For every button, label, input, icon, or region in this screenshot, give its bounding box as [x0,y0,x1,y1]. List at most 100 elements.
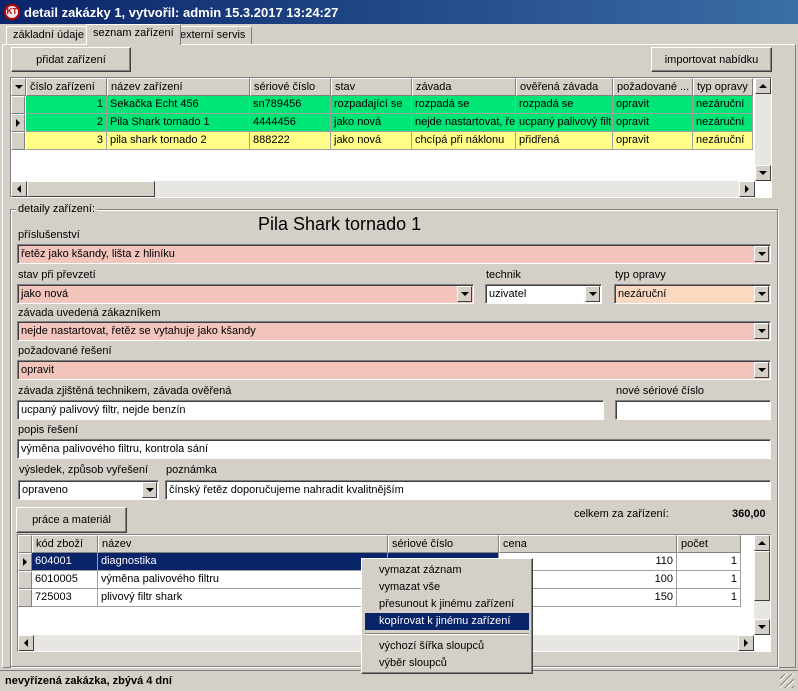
column-header[interactable]: název [98,535,388,553]
scroll-right-button[interactable] [739,181,755,197]
scroll-down-button[interactable] [754,619,770,635]
scroll-left-button[interactable] [11,181,27,197]
dropdown-button[interactable] [754,323,769,339]
cell-typ[interactable]: nezáruční [693,96,753,114]
menu-item-vymazat-vse[interactable]: vymazat vše [365,579,529,596]
resize-grip[interactable] [780,674,794,688]
cell-cislo[interactable]: 3 [26,132,107,150]
column-header[interactable]: ověřená závada [516,78,613,96]
cell-typ[interactable]: nezáruční [693,114,753,132]
row-selector-header[interactable] [11,78,26,96]
menu-item-vychozi-sirka[interactable]: výchozí šířka sloupců [365,638,529,655]
cell-nazev[interactable]: Pila Shark tornado 1 [107,114,250,132]
column-header[interactable]: kód zboží [32,535,98,553]
cell-zavada[interactable]: chcípá při náklonu [412,132,516,150]
add-device-button[interactable]: přidat zařízení [11,47,131,72]
cell-overena[interactable]: ucpaný palivový filt [516,114,613,132]
cell-pocet[interactable]: 1 [677,571,741,589]
dropdown-button[interactable] [754,246,769,262]
column-header[interactable]: sériové číslo [388,535,499,553]
menu-item-presunout[interactable]: přesunout k jinému zařízení [365,596,529,613]
nove-seriove-field[interactable] [615,400,771,420]
row-indicator[interactable] [11,132,25,150]
cell-nazev[interactable]: diagnostika [98,553,388,571]
dropdown-button[interactable] [754,286,769,302]
cell-nazev[interactable]: Sekačka Echt 456 [107,96,250,114]
cell-nazev[interactable]: pila shark tornado 2 [107,132,250,150]
dropdown-button[interactable] [585,286,600,302]
cell-seriove[interactable]: sn789456 [250,96,331,114]
cell-zavada[interactable]: nejde nastartovat, ře [412,114,516,132]
import-offer-button[interactable]: importovat nabídku [651,47,772,72]
column-header[interactable]: závada [412,78,516,96]
scroll-down-button[interactable] [755,165,771,181]
row-indicator-current[interactable] [18,553,32,571]
poznamka-field[interactable]: čínský řetěz doporučujeme nahradit kvali… [165,480,771,500]
cell-cislo[interactable]: 1 [26,96,107,114]
cell-pocet[interactable]: 1 [677,553,741,571]
popis-field[interactable]: výměna palivového filtru, kontrola sání [17,439,771,459]
vertical-scrollbar[interactable] [754,535,770,635]
cell-stav[interactable]: jako nová [331,132,412,150]
cell-nazev[interactable]: výměna palivového filtru [98,571,388,589]
row-indicator[interactable] [11,96,25,114]
cell-overena[interactable]: přidřená [516,132,613,150]
column-header[interactable]: sériové číslo [250,78,331,96]
tab-seznam-zarizeni[interactable]: seznam zařízení [86,24,181,45]
cell-kod[interactable]: 725003 [32,589,98,607]
pozadovane-value: opravit [21,364,55,376]
cell-pozadovane[interactable]: opravit [613,114,693,132]
prislusenstvi-combobox[interactable]: řetěz jako kšandy, lišta z hliníku [17,244,771,264]
tab-zakladni-udaje[interactable]: základní údaje [6,26,91,44]
column-header[interactable]: název zařízení [107,78,250,96]
column-header[interactable]: cena [499,535,677,553]
column-header[interactable]: počet [677,535,741,553]
column-header[interactable]: požadované ... [613,78,693,96]
cell-typ[interactable]: nezáruční [693,132,753,150]
zavada-combobox[interactable]: nejde nastartovat, řetěz se vytahuje jak… [17,321,771,341]
row-indicator[interactable] [18,571,32,589]
cell-kod[interactable]: 604001 [32,553,98,571]
stav-combobox[interactable]: jako nová [17,284,474,304]
menu-item-vyber-sloupcu[interactable]: výběr sloupců [365,655,529,672]
prace-material-button[interactable]: práce a materiál [16,507,127,533]
cell-stav[interactable]: rozpadající se [331,96,412,114]
cell-pozadovane[interactable]: opravit [613,96,693,114]
dropdown-button[interactable] [142,482,157,498]
dropdown-button[interactable] [754,362,769,378]
vysledek-combobox[interactable]: opraveno [18,480,159,500]
scroll-up-button[interactable] [754,535,770,551]
cell-seriove[interactable]: 4444456 [250,114,331,132]
zjistena-field[interactable]: ucpaný palivový filtr, nejde benzín [17,400,604,420]
cell-overena[interactable]: rozpadá se [516,96,613,114]
menu-item-vymazat-zaznam[interactable]: vymazat záznam [365,562,529,579]
menu-item-kopirovat[interactable]: kopírovat k jinému zařízení [365,613,529,630]
row-selector-header[interactable] [18,535,32,553]
typ-opravy-combobox[interactable]: nezáruční [614,284,771,304]
row-indicator-current[interactable] [11,114,25,132]
column-header[interactable]: číslo zařízení [26,78,107,96]
scroll-thumb[interactable] [27,181,155,197]
tab-externi-servis[interactable]: externí servis [173,26,253,44]
cell-seriove[interactable]: 888222 [250,132,331,150]
cell-cislo[interactable]: 2 [26,114,107,132]
cell-pocet[interactable]: 1 [677,589,741,607]
technik-combobox[interactable]: uzivatel [485,284,602,304]
cell-pozadovane[interactable]: opravit [613,132,693,150]
column-header[interactable]: typ opravy [693,78,753,96]
chevron-down-icon [757,368,766,372]
row-indicator[interactable] [18,589,32,607]
cell-nazev[interactable]: plivový filtr shark [98,589,388,607]
vertical-scrollbar[interactable] [755,78,771,181]
scroll-right-button[interactable] [738,635,754,651]
dropdown-button[interactable] [457,286,472,302]
horizontal-scrollbar[interactable] [11,181,755,197]
cell-zavada[interactable]: rozpadá se [412,96,516,114]
scroll-left-button[interactable] [18,635,34,651]
cell-stav[interactable]: jako nová [331,114,412,132]
cell-kod[interactable]: 6010005 [32,571,98,589]
pozadovane-combobox[interactable]: opravit [17,360,771,380]
column-header[interactable]: stav [331,78,412,96]
scroll-thumb[interactable] [754,551,770,601]
scroll-up-button[interactable] [755,78,771,94]
